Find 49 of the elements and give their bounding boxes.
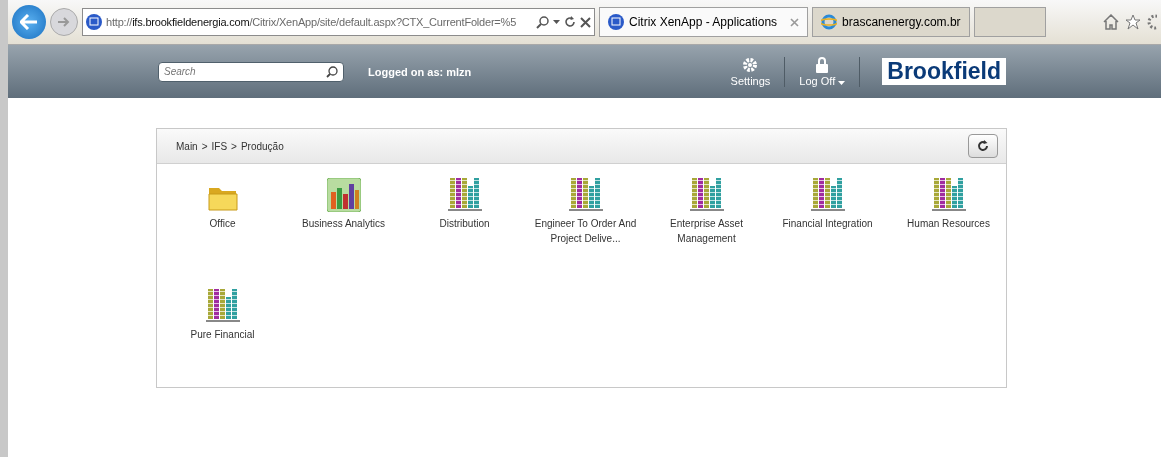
breadcrumb-link[interactable]: IFS: [211, 140, 228, 152]
bar-chart-icon: [326, 178, 361, 212]
reload-icon: [977, 140, 989, 152]
app-item[interactable]: Enterprise Asset Management: [646, 176, 767, 271]
back-button[interactable]: [12, 5, 46, 39]
browser-tab[interactable]: brascanenergy.com.br: [812, 7, 970, 37]
settings-button[interactable]: Settings: [716, 56, 786, 87]
breadcrumb-current: Produção: [240, 140, 284, 152]
logo: Brookfield: [882, 58, 1006, 85]
search-field[interactable]: Search: [158, 61, 344, 82]
window-icon: [608, 14, 624, 30]
address-bar[interactable]: http://ifs.brookfieldenergia.com/Citrix/XenApp/site/default.aspx?CTX_CurrentFolder=%5: [82, 8, 595, 36]
arrow-left-icon: [20, 14, 38, 30]
forward-button[interactable]: [50, 8, 78, 36]
reload-icon[interactable]: [564, 16, 576, 28]
logged-on-text: Logged on as: mlzn: [368, 65, 472, 78]
bar-chart-icon: [447, 176, 482, 212]
close-icon[interactable]: [580, 16, 591, 28]
refresh-button[interactable]: [968, 134, 998, 158]
breadcrumb-link[interactable]: Main: [176, 140, 198, 152]
caret-icon: [838, 80, 846, 85]
browser-tab[interactable]: Citrix XenApp - Applications: [599, 7, 809, 37]
lock-icon: [816, 56, 829, 73]
settings-icon[interactable]: [1147, 14, 1157, 30]
gear-icon: [742, 56, 759, 73]
star-icon[interactable]: [1125, 14, 1141, 30]
breadcrumb-separator: >: [231, 140, 237, 152]
app-item[interactable]: Engineer To Order And Project Delive...: [525, 176, 646, 271]
bar-chart-icon: [568, 176, 603, 212]
app-item[interactable]: Distribution: [404, 176, 525, 271]
caret-icon[interactable]: [553, 20, 560, 24]
home-icon[interactable]: [1103, 14, 1119, 30]
browser-icon: [821, 14, 838, 30]
bar-chart-icon: [931, 176, 966, 212]
app-item[interactable]: Office: [162, 176, 283, 271]
search-icon[interactable]: [326, 65, 338, 78]
window-icon: [86, 14, 102, 30]
bar-chart-icon: [810, 176, 845, 212]
breadcrumb-separator: >: [201, 140, 208, 152]
bar-chart-icon: [689, 176, 724, 212]
bar-chart-icon: [205, 287, 240, 323]
app-item[interactable]: Human Resources: [888, 176, 1009, 271]
url-text: http://ifs.brookfieldenergia.com/Citrix/XenApp/site/default.aspx?CTX_CurrentFolder=%5: [106, 16, 518, 28]
search-icon[interactable]: [536, 15, 549, 29]
app-item[interactable]: Business Analytics: [283, 176, 404, 271]
log-off-button[interactable]: Log Off: [785, 56, 861, 87]
app-item[interactable]: Financial Integration: [767, 176, 888, 271]
arrow-right-icon: [58, 17, 70, 27]
app-item[interactable]: Pure Financial: [162, 287, 283, 382]
